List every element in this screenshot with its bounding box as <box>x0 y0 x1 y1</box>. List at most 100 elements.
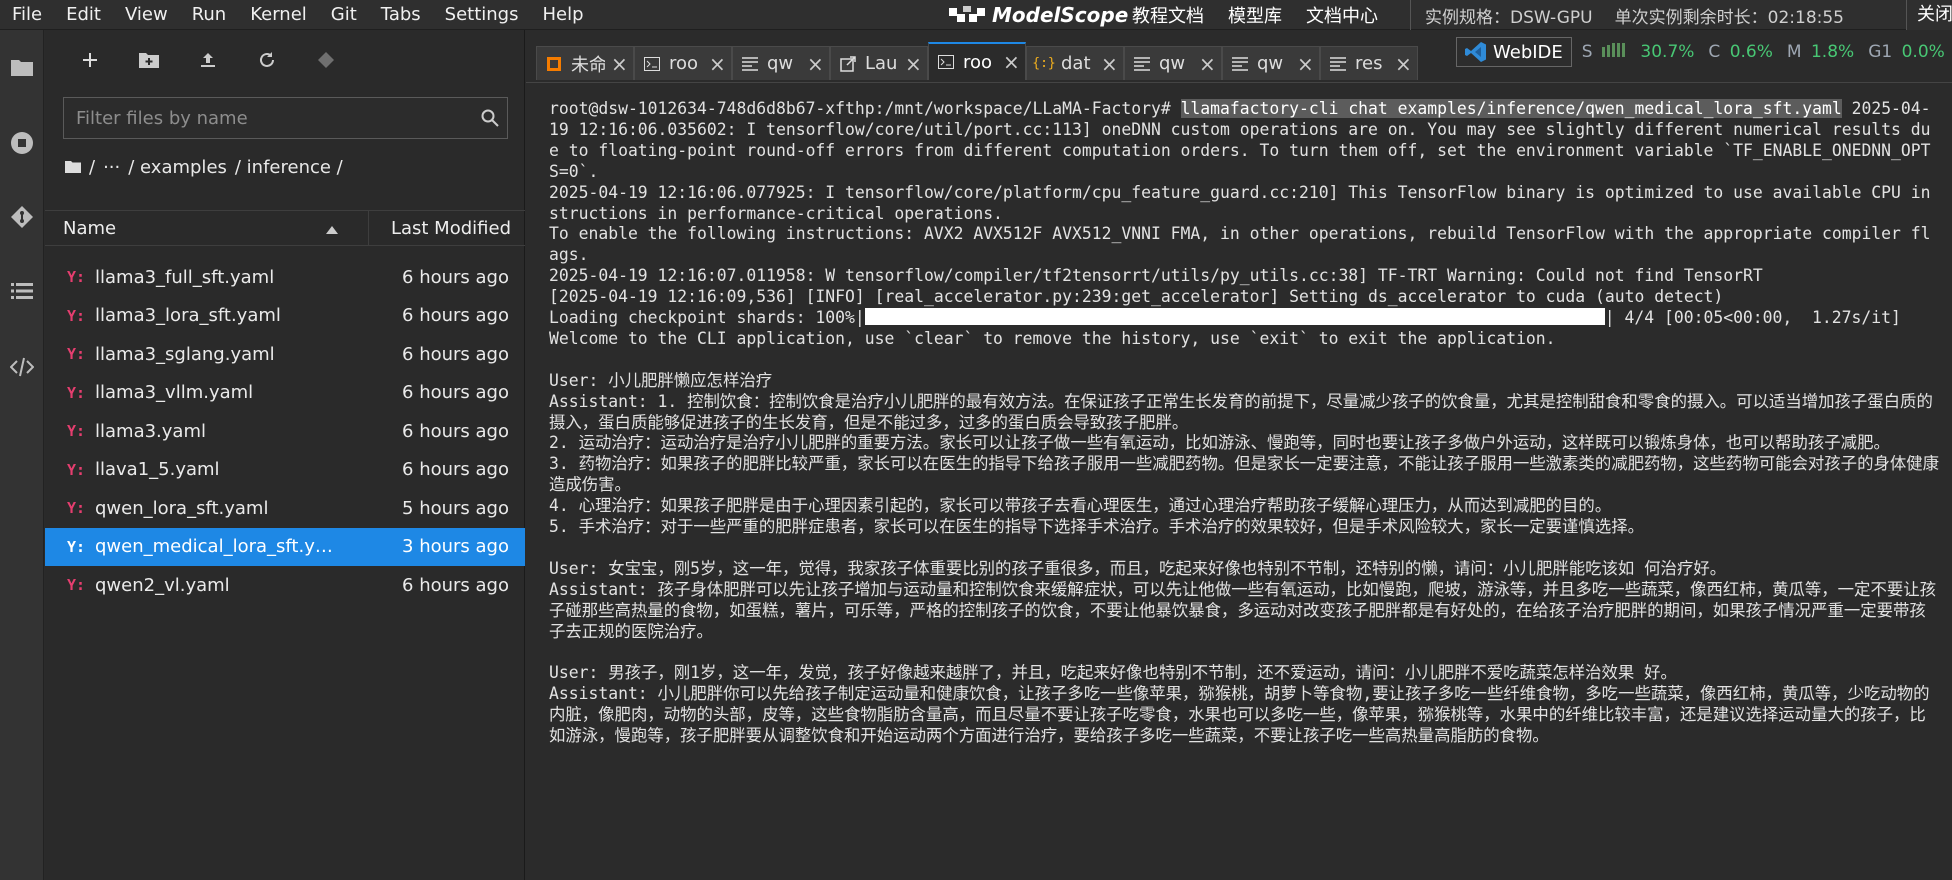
folder-icon[interactable] <box>7 52 37 82</box>
tab-label: roo <box>963 51 993 73</box>
file-row[interactable]: Y: qwen2_vl.yaml 6 hours ago <box>45 566 525 605</box>
terminal-log-line: 2025-04-19 12:16:07.011958: W tensorflow… <box>549 266 1763 286</box>
file-filter-input[interactable] <box>64 98 473 138</box>
menu-run[interactable]: Run <box>180 0 239 30</box>
close-icon[interactable]: × <box>905 52 922 76</box>
tab-label: 未命 <box>571 54 605 76</box>
usage-bars-icon <box>1602 43 1627 57</box>
close-icon[interactable]: × <box>807 52 824 76</box>
file-name: llama3_full_sft.yaml <box>95 266 275 288</box>
status-widgets: WebIDE S 30.7% C 0.6% M 1.8% G1 0.0% <box>1456 36 1952 68</box>
menu-edit[interactable]: Edit <box>54 0 113 30</box>
file-modified: 5 hours ago <box>402 497 509 519</box>
tab-dat[interactable]: {:} dat × <box>1026 46 1124 80</box>
breadcrumb-ellipsis[interactable]: ··· <box>103 157 120 178</box>
column-modified-header[interactable]: Last Modified <box>369 218 525 239</box>
link-docs[interactable]: 文档中心 <box>1306 2 1378 28</box>
tab-label: qw <box>767 53 794 74</box>
upload-icon[interactable] <box>193 45 223 75</box>
new-folder-icon[interactable] <box>134 45 164 75</box>
close-icon[interactable]: × <box>1395 52 1412 76</box>
loading-suffix: | 4/4 [00:05<00:00, 1.27s/it] <box>1604 308 1901 328</box>
terminal-prompt: root@dsw-1012634-748d6d8b67-xfthp:/mnt/w… <box>549 99 1181 118</box>
menu-settings[interactable]: Settings <box>433 0 531 30</box>
sort-ascending-icon <box>326 218 338 239</box>
tab-qw[interactable]: qw × <box>1124 46 1222 80</box>
modelscope-logo[interactable]: ModelScope <box>948 0 1128 30</box>
table-of-contents-icon[interactable] <box>7 276 37 306</box>
tab-label: qw <box>1159 53 1186 74</box>
breadcrumb-inference[interactable]: / inference / <box>235 157 343 178</box>
tab-lau[interactable]: Lau × <box>830 46 928 80</box>
tab-qw[interactable]: qw × <box>1222 46 1320 80</box>
menu-tabs[interactable]: Tabs <box>369 0 433 30</box>
refresh-icon[interactable] <box>252 45 282 75</box>
tab-qw[interactable]: qw × <box>732 46 830 80</box>
breadcrumb-examples[interactable]: / examples <box>128 157 227 178</box>
menu-help[interactable]: Help <box>530 0 595 30</box>
close-icon[interactable]: × <box>1297 52 1314 76</box>
column-name-header[interactable]: Name <box>45 211 369 245</box>
link-tutorials[interactable]: 教程文档 <box>1132 2 1204 28</box>
close-icon[interactable]: × <box>1003 50 1020 74</box>
file-name: llava1_5.yaml <box>95 459 220 481</box>
yaml-file-icon: Y: <box>67 576 86 595</box>
menu-bar: File Edit View Run Kernel Git Tabs Setti… <box>0 0 1952 30</box>
git-clone-icon[interactable] <box>311 45 341 75</box>
top-links: 教程文档 模型库 文档中心 <box>1132 0 1402 30</box>
file-row[interactable]: Y: qwen_medical_lora_sft.ya... 3 hours ago <box>45 527 525 566</box>
menu-file[interactable]: File <box>0 0 54 30</box>
metric-g1: G1 0.0% <box>1868 42 1945 62</box>
tab-roo[interactable]: roo × <box>928 42 1026 80</box>
file-list-header: Name Last Modified <box>45 210 525 246</box>
git-icon[interactable] <box>7 202 37 232</box>
file-name: llama3_vllm.yaml <box>95 382 254 404</box>
webide-label: WebIDE <box>1493 41 1563 63</box>
instance-info: 实例规格：DSW-GPU 单次实例剩余时长：02:18:55 <box>1410 0 1866 30</box>
file-row[interactable]: Y: qwen_lora_sft.yaml 5 hours ago <box>45 489 525 528</box>
code-icon[interactable] <box>7 352 37 382</box>
tab-未命[interactable]: 未命 × <box>536 46 634 80</box>
file-filter-box <box>63 97 508 139</box>
file-row[interactable]: Y: llama3_sglang.yaml 6 hours ago <box>45 335 525 374</box>
close-icon[interactable]: × <box>611 52 628 76</box>
close-icon[interactable]: × <box>709 52 726 76</box>
folder-icon[interactable] <box>65 157 81 178</box>
plus-icon[interactable] <box>75 45 105 75</box>
text-file-icon <box>1329 55 1347 73</box>
file-row[interactable]: Y: llama3_full_sft.yaml 6 hours ago <box>45 258 525 297</box>
file-row[interactable]: Y: llama3_vllm.yaml 6 hours ago <box>45 374 525 413</box>
file-row[interactable]: Y: llava1_5.yaml 6 hours ago <box>45 451 525 490</box>
menu-kernel[interactable]: Kernel <box>238 0 319 30</box>
file-row[interactable]: Y: llama3_lora_sft.yaml 6 hours ago <box>45 297 525 336</box>
terminal-output[interactable]: root@dsw-1012634-748d6d8b67-xfthp:/mnt/w… <box>526 82 1952 880</box>
instance-spec: 实例规格：DSW-GPU <box>1425 7 1593 28</box>
file-browser-toolbar <box>45 30 524 90</box>
file-row[interactable]: Y: llama3.yaml 6 hours ago <box>45 412 525 451</box>
menu-view[interactable]: View <box>113 0 180 30</box>
file-name: qwen2_vl.yaml <box>95 574 230 596</box>
tab-res[interactable]: res × <box>1320 46 1418 80</box>
tab-roo[interactable]: roo × <box>634 46 732 80</box>
activity-bar <box>0 30 44 880</box>
assistant-message: 4. 心理治疗：如果孩子肥胖是由于心理因素引起的，家长可以带孩子去看心理医生，通… <box>549 496 1612 516</box>
terminal-icon <box>643 55 661 73</box>
file-modified: 6 hours ago <box>402 574 509 596</box>
webide-button[interactable]: WebIDE <box>1456 37 1572 67</box>
brand-name: ModelScope <box>992 3 1129 27</box>
terminal-command: llamafactory-cli chat examples/inference… <box>1180 99 1842 118</box>
file-modified: 6 hours ago <box>402 420 509 442</box>
terminal-log-line: 2025-04-19 12:16:06.077925: I tensorflow… <box>549 182 1931 223</box>
running-kernels-icon[interactable] <box>7 128 37 158</box>
file-modified: 6 hours ago <box>402 343 509 365</box>
user-message: User: 小儿肥胖懒应怎样治疗 <box>549 370 773 390</box>
breadcrumb-root[interactable]: / <box>89 157 95 178</box>
terminal-log-line: To enable the following instructions: AV… <box>549 224 1931 265</box>
link-model-hub[interactable]: 模型库 <box>1228 2 1282 28</box>
menu-git[interactable]: Git <box>319 0 369 30</box>
close-icon[interactable]: × <box>1101 52 1118 76</box>
close-instance-button[interactable]: 关闭 <box>1906 0 1952 30</box>
close-icon[interactable]: × <box>1199 52 1216 76</box>
tab-label: qw <box>1257 53 1284 74</box>
